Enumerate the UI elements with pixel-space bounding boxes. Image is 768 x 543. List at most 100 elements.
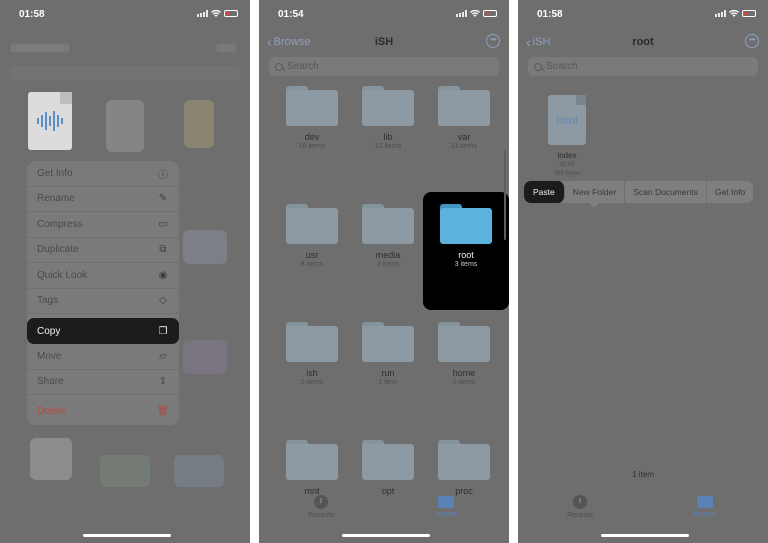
blurred-file-thumb <box>106 100 144 152</box>
folder-icon <box>440 204 492 244</box>
copy-doc-icon: ❐ <box>158 325 168 337</box>
folder-item-opt[interactable]: opt <box>351 438 425 543</box>
blurred-file-thumb <box>184 100 214 148</box>
search-bar[interactable] <box>269 57 499 76</box>
menu-item-delete[interactable]: Delete 🗑 <box>27 399 179 425</box>
get-info-button[interactable]: Get Info <box>707 181 753 203</box>
wifi-icon <box>211 10 221 17</box>
tag-icon: ◇ <box>159 295 167 307</box>
folder-icon <box>438 322 490 362</box>
html-file-thumbnail[interactable]: html <box>548 95 586 145</box>
navigation-bar: ‹ Browse iSH ••• <box>259 34 509 52</box>
waveform-icon <box>36 110 64 132</box>
folder-icon: ▱ <box>159 350 167 362</box>
home-indicator <box>601 534 689 537</box>
folder-icon <box>697 496 713 508</box>
info-icon: ⓘ <box>158 169 168 181</box>
tab-recents[interactable]: Recents <box>550 495 610 519</box>
share-icon: ⇪ <box>158 376 168 388</box>
scrollbar[interactable] <box>504 150 506 240</box>
ellipsis-circle-icon[interactable]: ••• <box>486 34 500 48</box>
folder-item-run[interactable]: run 1 item <box>351 320 425 438</box>
folder-item-dev[interactable]: dev 18 items <box>275 84 349 202</box>
folder-item-root[interactable]: root 3 items <box>423 192 509 310</box>
status-bar: 01:58 <box>0 0 250 28</box>
status-bar: 01:58 <box>518 0 768 28</box>
search-input[interactable] <box>546 61 666 72</box>
menu-item-rename[interactable]: Rename ✎ <box>27 187 179 212</box>
menu-item-copy[interactable]: Copy ❐ <box>27 318 179 344</box>
battery-icon <box>742 10 756 17</box>
blurred-file-thumb <box>174 455 224 487</box>
page-title: iSH <box>374 36 394 48</box>
menu-item-tags[interactable]: Tags ◇ <box>27 289 179 314</box>
tab-bar: Recents Browse <box>259 495 509 525</box>
page-title: root <box>632 36 654 48</box>
screen-context-menu: 01:58 Get Info ⓘ Rename ✎ Compress ▭ Duplic… <box>0 0 250 543</box>
folder-item-lib[interactable]: lib 12 items <box>351 84 425 202</box>
context-menu: Get Info ⓘ Rename ✎ Compress ▭ Duplicate ⧉ Q… <box>27 161 179 425</box>
ellipsis-circle-icon[interactable]: ••• <box>745 34 759 48</box>
edit-menu-pointer <box>589 203 599 208</box>
menu-item-duplicate[interactable]: Duplicate ⧉ <box>27 238 179 263</box>
folder-icon <box>438 86 490 126</box>
status-time: 01:58 <box>19 9 45 20</box>
menu-item-move[interactable]: Move ▱ <box>27 344 179 370</box>
folder-icon <box>362 86 414 126</box>
file-type-label: html <box>556 115 578 127</box>
tab-browse[interactable]: Browse <box>416 495 476 518</box>
search-icon <box>275 62 283 71</box>
folder-icon <box>286 440 338 480</box>
folder-icon <box>438 440 490 480</box>
new-folder-button[interactable]: New Folder <box>565 181 626 203</box>
menu-item-compress[interactable]: Compress ▭ <box>27 212 179 238</box>
folder-icon <box>286 86 338 126</box>
signal-icon <box>197 10 208 17</box>
blurred-nav-action <box>216 44 236 52</box>
home-indicator <box>342 534 430 537</box>
clock-icon <box>314 495 328 509</box>
blurred-file-thumb <box>183 230 227 264</box>
item-count: 1 item <box>632 470 654 479</box>
signal-icon <box>715 10 726 17</box>
folder-icon <box>362 204 414 244</box>
menu-item-share[interactable]: Share ⇪ <box>27 370 179 395</box>
paste-button[interactable]: Paste <box>524 181 565 203</box>
folder-item-media[interactable]: media 3 items <box>351 202 425 320</box>
signal-icon <box>456 10 467 17</box>
navigation-bar: ‹ iSH root ••• <box>518 34 768 52</box>
blurred-file-thumb <box>100 455 150 487</box>
search-input[interactable] <box>287 61 407 72</box>
blurred-search <box>10 66 240 80</box>
archive-box-icon: ▭ <box>158 218 168 230</box>
menu-item-get-info[interactable]: Get Info ⓘ <box>27 161 179 187</box>
folder-grid: dev 18 items lib 12 items var 11 items usr 8… <box>275 84 509 504</box>
eye-icon: ◉ <box>158 269 168 281</box>
file-size: 365 bytes <box>553 171 581 177</box>
file-time: 01:55 <box>559 162 575 168</box>
folder-item-mnt[interactable]: mnt <box>275 438 349 543</box>
screen-root-folder: 01:58 ‹iSH root ••• html index 01:55 365… <box>518 0 768 543</box>
home-indicator <box>83 534 171 537</box>
folder-item-home[interactable]: home 0 items <box>427 320 501 438</box>
folder-item-var[interactable]: var 11 items <box>427 84 501 202</box>
tab-recents[interactable]: Recents <box>291 495 351 519</box>
tab-bar: Recents Browse <box>518 495 768 525</box>
battery-icon <box>224 10 238 17</box>
blurred-file-thumb <box>183 340 227 374</box>
screen-ish-folder: 01:54 ‹Browse iSH ••• dev18 items lib12 … <box>259 0 509 543</box>
folder-item-ish[interactable]: ish 2 items <box>275 320 349 438</box>
tab-browse[interactable]: Browse <box>675 495 735 518</box>
folder-icon <box>286 204 338 244</box>
search-icon <box>534 62 542 71</box>
battery-icon <box>483 10 497 17</box>
status-bar: 01:54 <box>259 0 509 28</box>
search-bar[interactable] <box>528 57 758 76</box>
trash-icon: 🗑 <box>156 406 170 418</box>
menu-item-quick-look[interactable]: Quick Look ◉ <box>27 263 179 289</box>
folder-item-proc[interactable]: proc <box>427 438 501 543</box>
scan-documents-button[interactable]: Scan Documents <box>625 181 707 203</box>
audio-file-thumbnail <box>28 92 72 150</box>
folder-item-usr[interactable]: usr 8 items <box>275 202 349 320</box>
wifi-icon <box>729 10 739 17</box>
